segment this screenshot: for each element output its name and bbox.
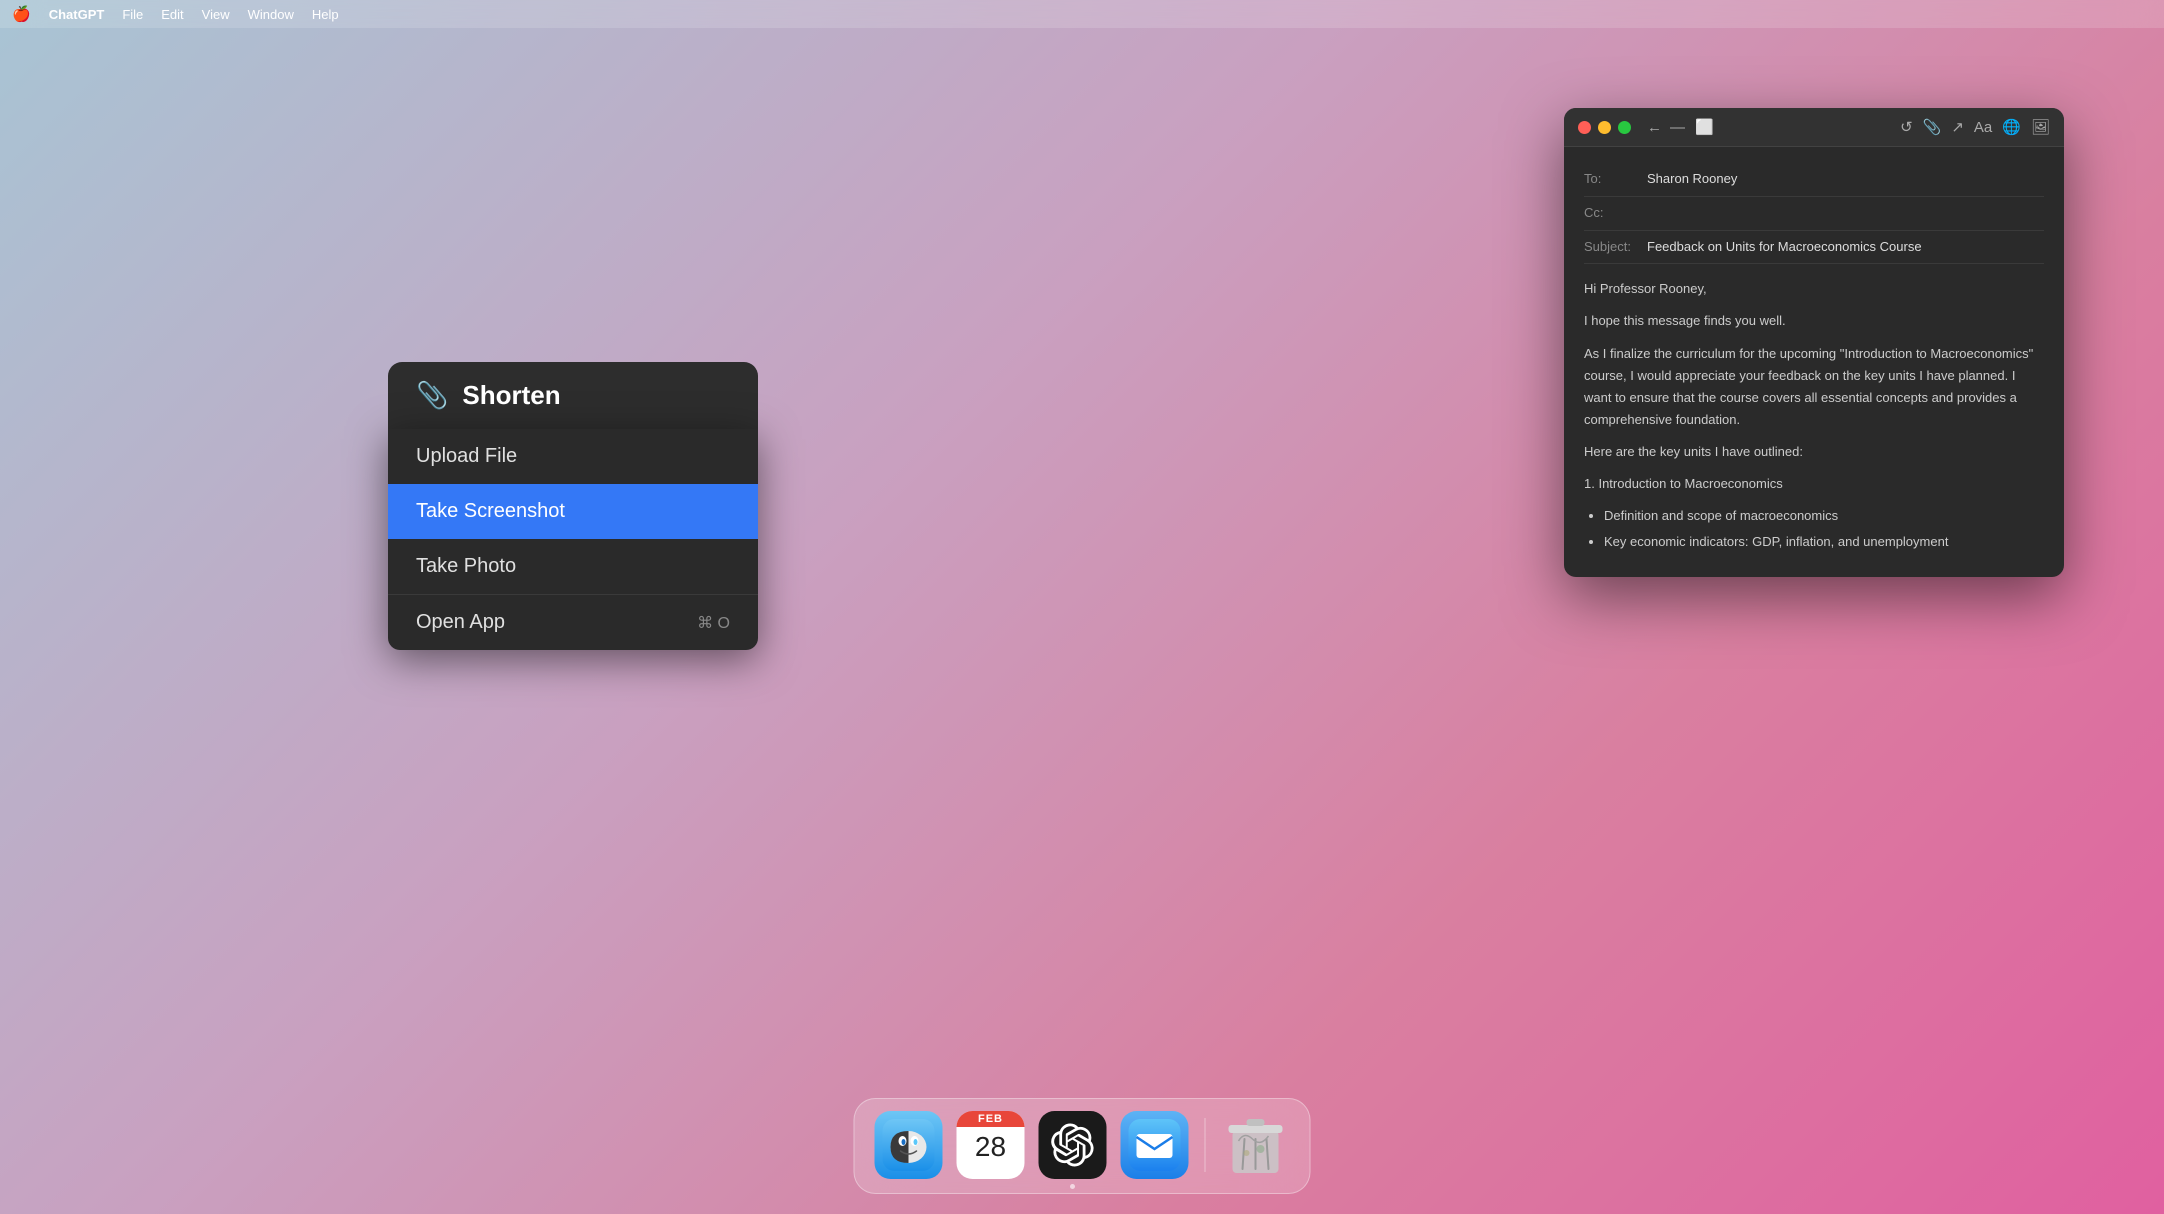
upload-file-label: Upload File	[416, 445, 517, 468]
open-app-label: Open App	[416, 611, 505, 634]
traffic-lights	[1578, 121, 1631, 134]
photo-icon[interactable]: 🖼	[2031, 118, 2050, 136]
menu-item-open-app[interactable]: Open App ⌘ O	[388, 595, 758, 650]
take-photo-label: Take Photo	[416, 555, 516, 578]
mail-icon	[1121, 1111, 1189, 1179]
dock-item-finder[interactable]	[873, 1109, 945, 1181]
menu-file[interactable]: File	[122, 7, 143, 22]
back-icon[interactable]: ←	[1647, 119, 1662, 136]
reply-icon[interactable]: ↺	[1900, 118, 1913, 136]
chatgpt-dock-dot	[1070, 1184, 1075, 1189]
globe-icon[interactable]: 🌐	[2002, 118, 2021, 136]
menu-item-take-photo[interactable]: Take Photo	[388, 539, 758, 594]
clip-icon: 📎	[416, 380, 448, 411]
open-app-shortcut: ⌘ O	[697, 613, 730, 633]
trash-icon-svg	[1225, 1111, 1287, 1179]
body-line2: As I finalize the curriculum for the upc…	[1584, 343, 2044, 431]
calendar-month: FEB	[957, 1111, 1025, 1127]
take-screenshot-label: Take Screenshot	[416, 500, 565, 523]
dock-item-mail[interactable]	[1119, 1109, 1191, 1181]
menu-window[interactable]: Window	[248, 7, 294, 22]
menu-view[interactable]: View	[202, 7, 230, 22]
attachment-icon[interactable]: 📎	[1923, 118, 1942, 136]
share-icon[interactable]: ↗	[1951, 118, 1964, 136]
forward-icon[interactable]: —	[1670, 119, 1685, 136]
body-greeting: Hi Professor Rooney,	[1584, 278, 2044, 300]
dock-item-calendar[interactable]: FEB 28	[955, 1109, 1027, 1181]
format-icon[interactable]: ⬜	[1695, 118, 1714, 136]
minimize-button[interactable]	[1598, 121, 1611, 134]
calendar-icon: FEB 28	[957, 1111, 1025, 1179]
finder-icon	[875, 1111, 943, 1179]
subject-label: Subject:	[1584, 237, 1639, 258]
app-name[interactable]: ChatGPT	[49, 7, 105, 22]
unit1-bullets: Definition and scope of macroeconomics K…	[1604, 505, 2044, 553]
mail-content: To: Sharon Rooney Cc: Subject: Feedback …	[1564, 147, 2064, 577]
mail-body: Hi Professor Rooney, I hope this message…	[1584, 264, 2044, 553]
close-button[interactable]	[1578, 121, 1591, 134]
mail-subject-field: Subject: Feedback on Units for Macroecon…	[1584, 231, 2044, 265]
subject-value[interactable]: Feedback on Units for Macroeconomics Cou…	[1647, 237, 1922, 258]
shorten-popup: 📎 Shorten Upload File Take Screenshot Ta…	[388, 362, 758, 650]
finder-icon-svg	[883, 1119, 935, 1171]
mail-cc-field: Cc:	[1584, 197, 2044, 231]
apple-menu[interactable]: 🍎	[12, 5, 31, 23]
to-label: To:	[1584, 169, 1639, 190]
shorten-header: 📎 Shorten	[388, 362, 758, 429]
shorten-menu: Upload File Take Screenshot Take Photo O…	[388, 429, 758, 650]
dock-separator	[1205, 1118, 1206, 1172]
maximize-button[interactable]	[1618, 121, 1631, 134]
mail-icon-svg	[1129, 1119, 1181, 1171]
mail-toolbar: ← — ⬜ ↺ 📎 ↗ Aa 🌐 🖼	[1564, 108, 2064, 147]
trash-icon	[1222, 1111, 1290, 1179]
dock: FEB 28	[854, 1098, 1311, 1194]
menu-item-take-screenshot[interactable]: Take Screenshot	[388, 484, 758, 539]
menu-item-upload-file[interactable]: Upload File	[388, 429, 758, 484]
dock-item-chatgpt[interactable]	[1037, 1109, 1109, 1181]
menu-help[interactable]: Help	[312, 7, 339, 22]
shorten-title: Shorten	[462, 380, 560, 411]
toolbar-nav-group: ← —	[1647, 119, 1685, 136]
to-value[interactable]: Sharon Rooney	[1647, 169, 1737, 190]
chatgpt-icon	[1039, 1111, 1107, 1179]
body-line1: I hope this message finds you well.	[1584, 310, 2044, 332]
font-icon[interactable]: Aa	[1974, 119, 1992, 136]
unit1-bullet-2: Key economic indicators: GDP, inflation,…	[1604, 531, 2044, 553]
calendar-date: 28	[975, 1131, 1006, 1163]
menu-bar: 🍎 ChatGPT File Edit View Window Help	[0, 0, 2164, 28]
chatgpt-logo-svg	[1051, 1123, 1095, 1167]
unit1-bullet-1: Definition and scope of macroeconomics	[1604, 505, 2044, 527]
mail-to-field: To: Sharon Rooney	[1584, 163, 2044, 197]
mail-compose-window: ← — ⬜ ↺ 📎 ↗ Aa 🌐 🖼 To: Sharon Rooney Cc:…	[1564, 108, 2064, 577]
unit1-title: 1. Introduction to Macroeconomics	[1584, 473, 2044, 495]
cc-label: Cc:	[1584, 203, 1639, 224]
body-line3: Here are the key units I have outlined:	[1584, 441, 2044, 463]
menu-edit[interactable]: Edit	[161, 7, 183, 22]
dock-item-trash[interactable]	[1220, 1109, 1292, 1181]
